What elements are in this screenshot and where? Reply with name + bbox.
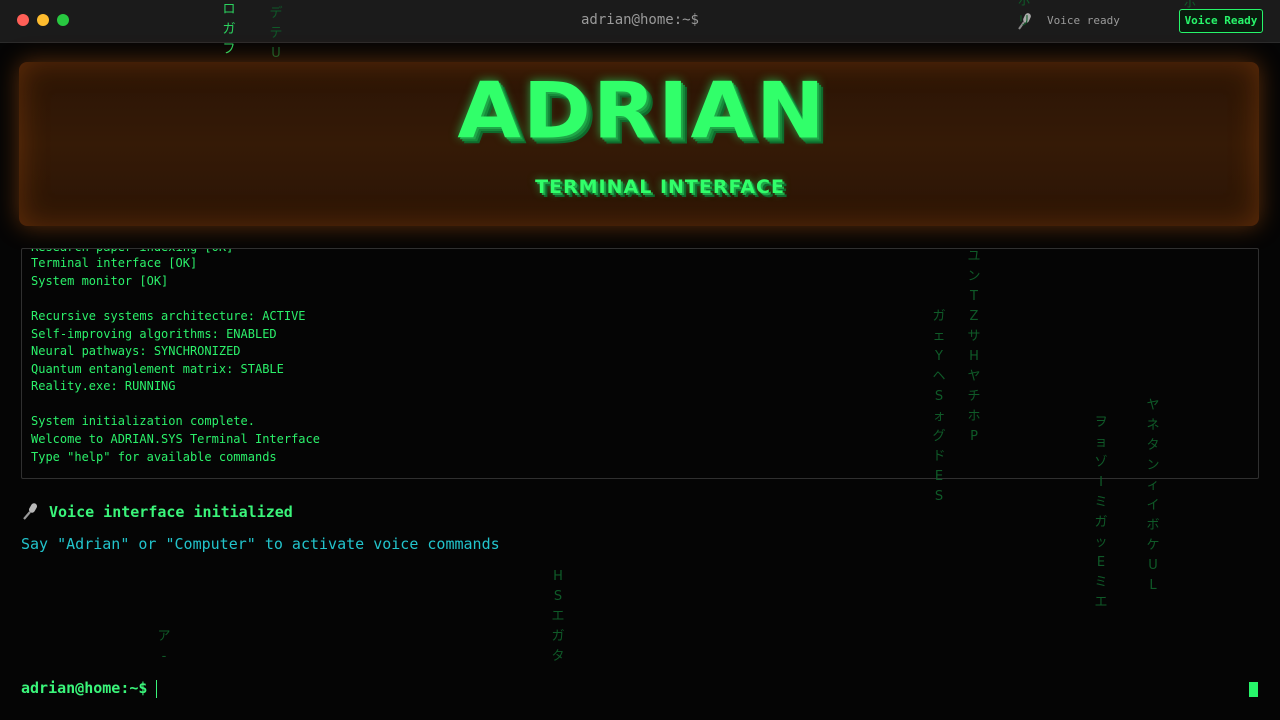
log-line: Recursive systems architecture: ACTIVE (31, 309, 306, 323)
log-line: Self-improving algorithms: ENABLED (31, 327, 277, 341)
matrix-rain-column: ガ ェ Y ヘ S ォ グ ド E S (932, 309, 946, 504)
log-line: System monitor [OK] (31, 274, 169, 288)
matrix-rain-column: H S エ ガ タ (551, 569, 565, 664)
boot-log-panel[interactable]: Research paper indexing [OK] Terminal in… (21, 248, 1259, 479)
voice-hint-message: Say "Adrian" or "Computer" to activate v… (21, 535, 500, 553)
voice-initialized-text: Voice interface initialized (49, 503, 293, 521)
log-line: Neural pathways: SYNCHRONIZED (31, 344, 241, 358)
matrix-rain-column: ボ (1183, 0, 1197, 11)
log-line: Terminal interface [OK] (31, 256, 198, 270)
microphone-icon (23, 503, 37, 520)
log-line: Quantum entanglement matrix: STABLE (31, 362, 284, 376)
log-line: System initialization complete. (31, 414, 255, 428)
voice-initialized-message: Voice interface initialized (21, 502, 293, 521)
logo-subtitle: TERMINAL INTERFACE (535, 176, 785, 198)
matrix-rain-column: ヲ ョ ゾ I ミ ガ ッ E ミ エ (1094, 415, 1108, 610)
log-line: Type "help" for available commands (31, 450, 277, 464)
voice-status-text: Voice ready (1047, 14, 1120, 27)
adrian-logo: ADRIAN (457, 66, 827, 157)
matrix-rain-column: ロ ガ フ (222, 2, 236, 57)
matrix-rain-column: ホ リ (1017, 0, 1031, 29)
log-line: Reality.exe: RUNNING (31, 379, 176, 393)
command-input[interactable] (156, 680, 157, 698)
matrix-rain-column: ユ ン T Z サ H ヤ チ ホ P (967, 249, 981, 444)
block-cursor (1249, 682, 1258, 697)
title-bar: adrian@home:~$ Voice ready Voice Ready (0, 0, 1280, 43)
log-line: Welcome to ADRIAN.SYS Terminal Interface (31, 432, 320, 446)
shell-prompt: adrian@home:~$ (21, 679, 148, 697)
matrix-rain-column: ヤ ネ タ ン ィ イ ボ ケ U L (1146, 398, 1160, 593)
matrix-rain-column: ア - (157, 629, 171, 664)
